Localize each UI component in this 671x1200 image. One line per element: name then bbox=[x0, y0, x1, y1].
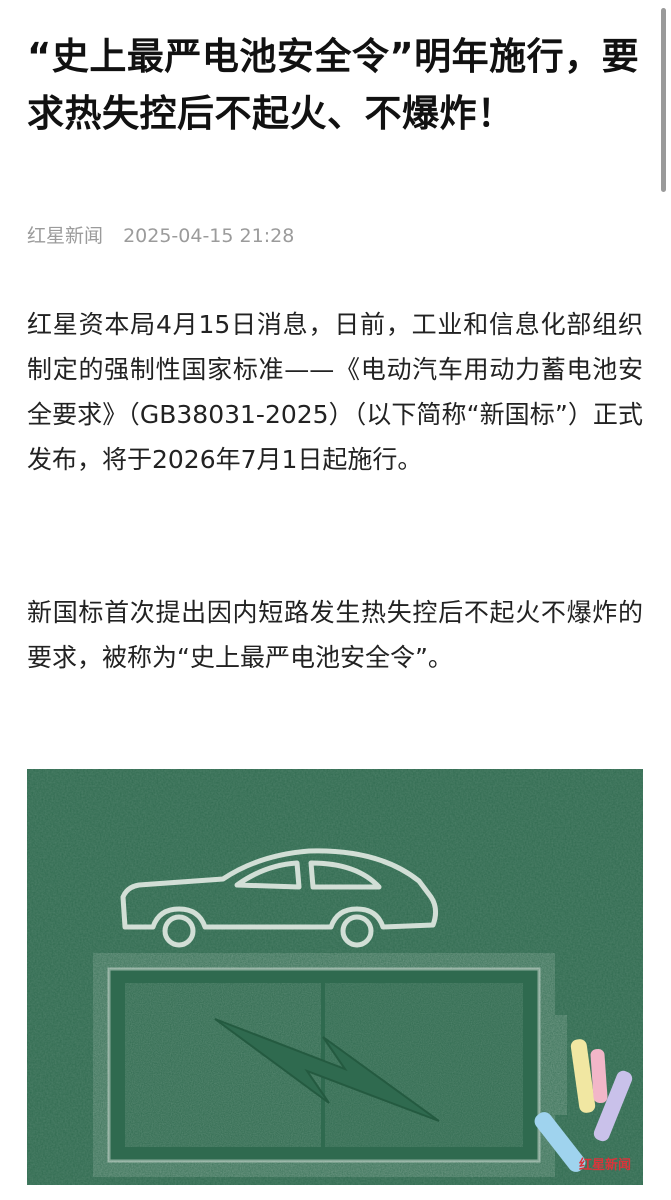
battery-car-illustration bbox=[27, 769, 643, 1185]
article-source[interactable]: 红星新闻 bbox=[27, 225, 103, 247]
scrollbar[interactable] bbox=[661, 8, 666, 192]
article-paragraph: 新国标首次提出因内短路发生热失控后不起火不爆炸的要求，被称为“史上最严电池安全令… bbox=[27, 598, 643, 672]
article-paragraph: 红星资本局4月15日消息，日前，工业和信息化部组织制定的强制性国家标准——《电动… bbox=[27, 310, 643, 474]
article-date: 2025-04-15 21:28 bbox=[123, 225, 295, 247]
article-title: “史上最严电池安全令”明年施行，要求热失控后不起火、不爆炸！ bbox=[27, 35, 640, 135]
article-image[interactable]: 红星新闻 bbox=[27, 769, 643, 1185]
article-meta: 红星新闻 2025-04-15 21:28 bbox=[27, 222, 294, 250]
image-watermark: 红星新闻 bbox=[578, 1158, 631, 1173]
